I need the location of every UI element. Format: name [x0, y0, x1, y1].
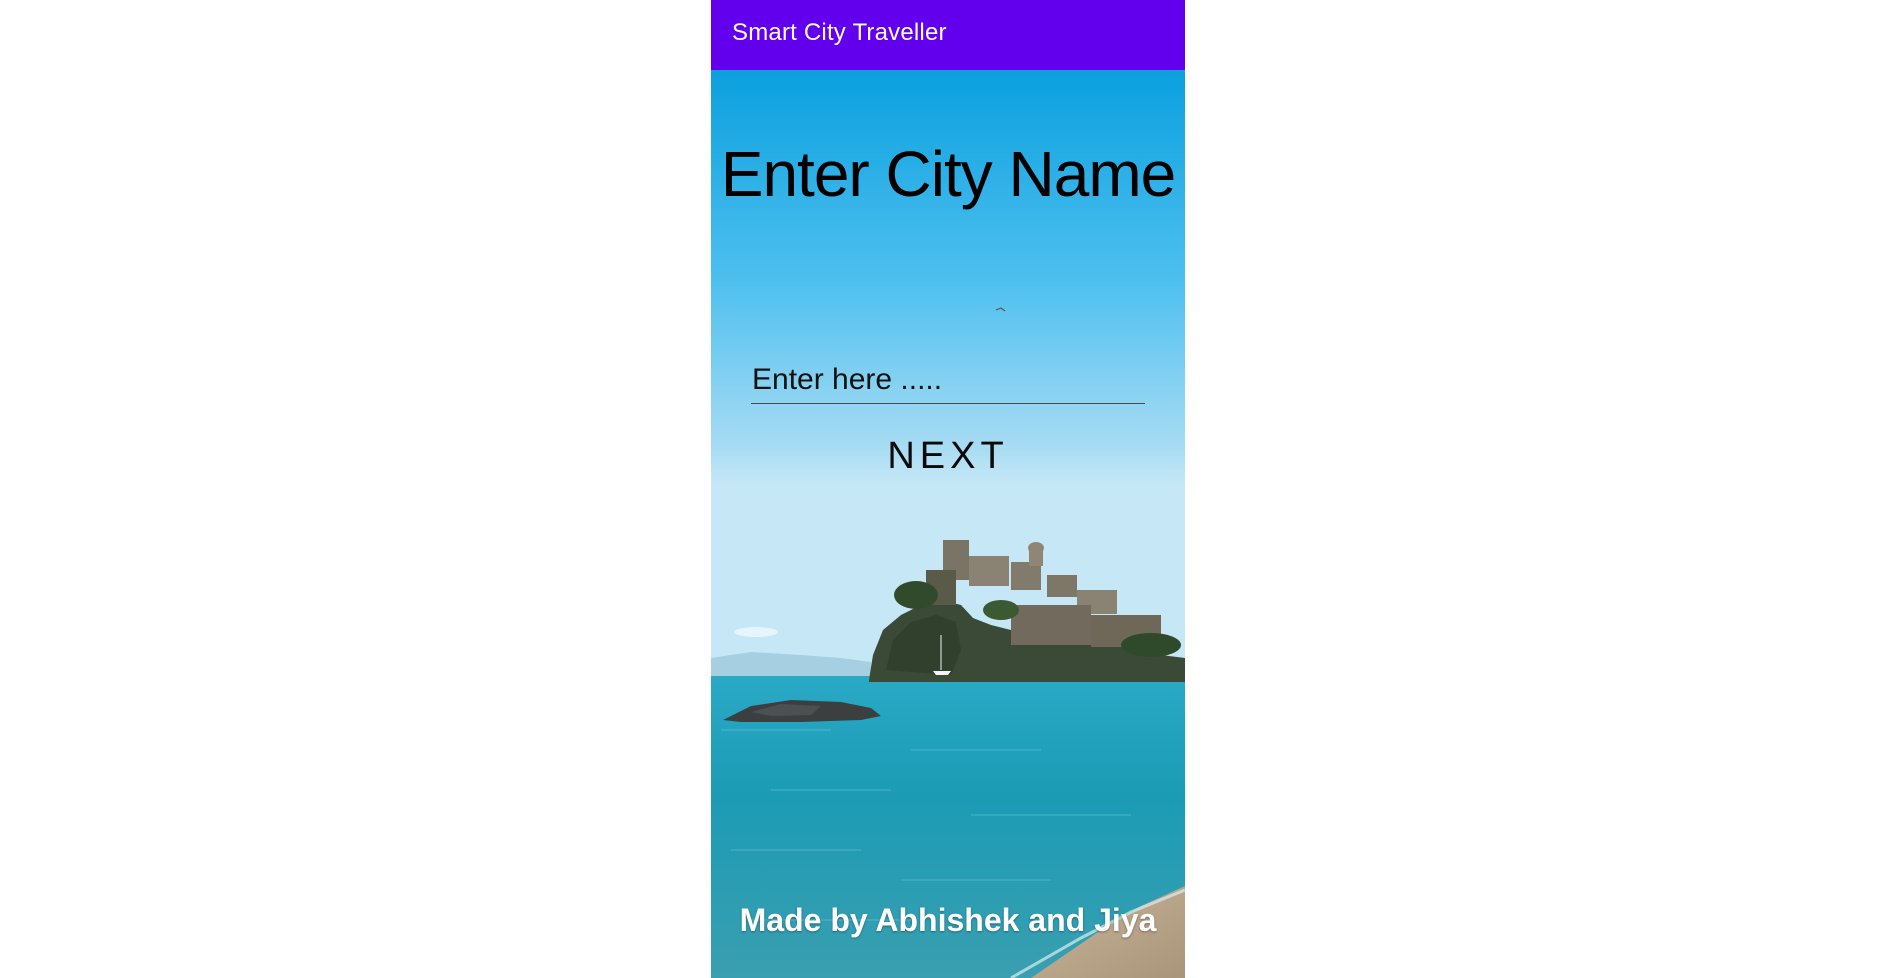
city-name-input[interactable] — [751, 358, 1146, 402]
next-button[interactable]: NEXT — [868, 428, 1028, 484]
app-title: Smart City Traveller — [732, 19, 947, 46]
app-bar: Smart City Traveller — [711, 0, 1185, 70]
credits-text: Made by Abhishek and Jiya — [739, 902, 1157, 938]
screen: Smart City Traveller Enter City Name Ent… — [0, 0, 1895, 978]
app-window: Smart City Traveller Enter City Name Ent… — [711, 0, 1185, 978]
city-entry-form: Enter City Name NEXT Made by Abhishek an… — [711, 70, 1185, 978]
page-title: Enter City Name — [720, 138, 1176, 210]
city-input-field — [751, 358, 1146, 404]
